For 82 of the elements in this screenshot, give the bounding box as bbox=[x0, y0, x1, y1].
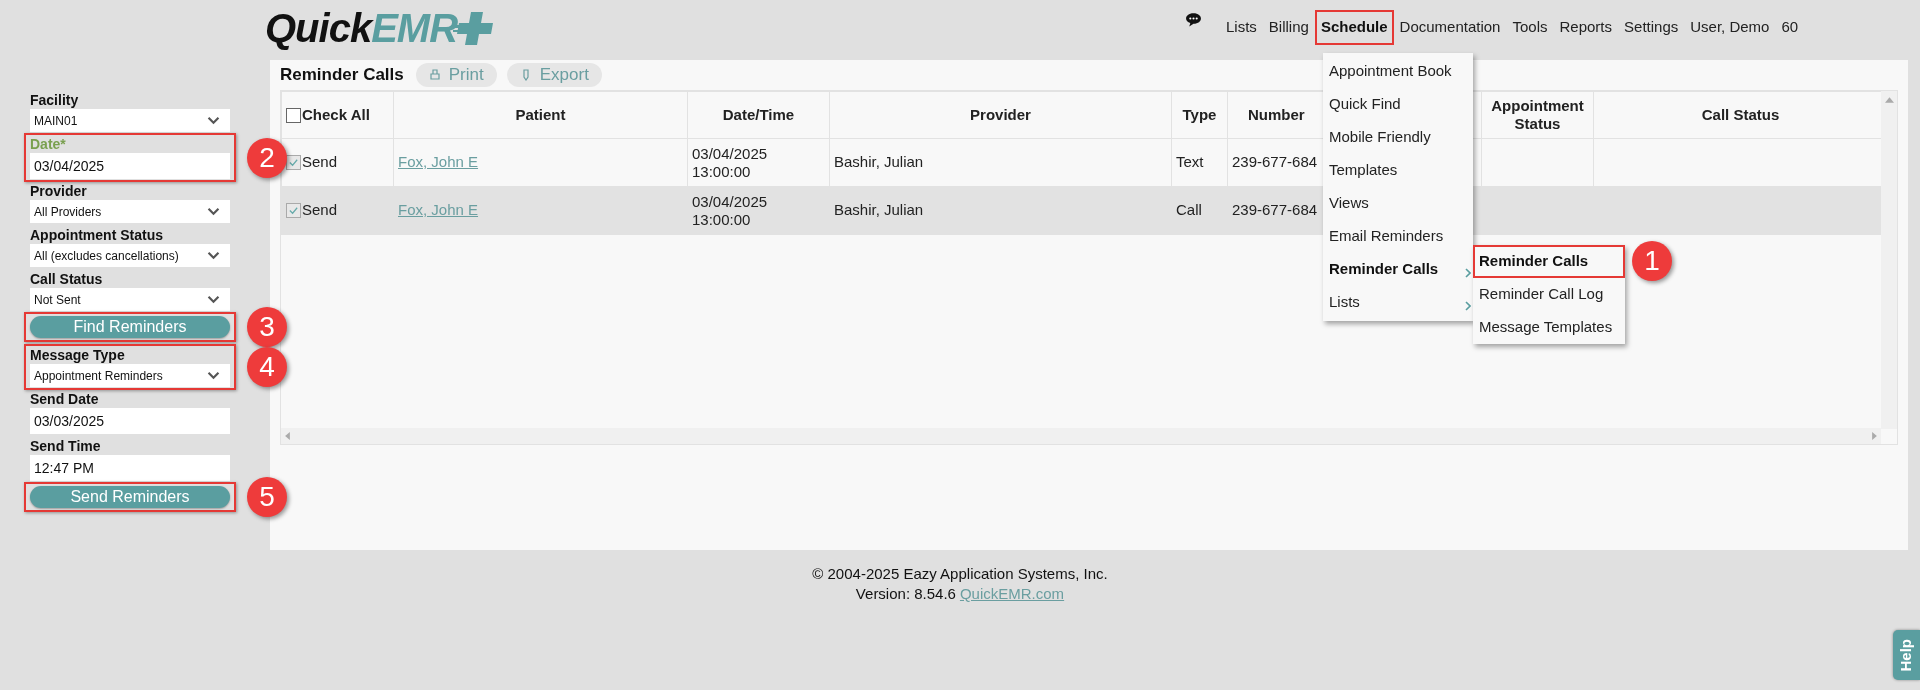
column-header: Appointment Status bbox=[1490, 97, 1585, 133]
table-cell: 239-677-684 bbox=[1232, 201, 1318, 219]
table-cell-text: 03/04/2025 bbox=[692, 144, 769, 163]
table-cell: 239-677-684 bbox=[1232, 153, 1318, 171]
callout-badge: 4 bbox=[247, 347, 287, 387]
checkbox[interactable] bbox=[286, 155, 301, 170]
table-cell: Bashir, Julian bbox=[834, 201, 924, 219]
checkbox[interactable] bbox=[286, 203, 301, 218]
nav-link[interactable]: Tools bbox=[1510, 14, 1550, 41]
menu-item[interactable]: Views bbox=[1323, 187, 1473, 220]
table-cell: Call bbox=[1176, 201, 1202, 219]
table-cell: Bashir, Julian bbox=[834, 153, 924, 171]
checkbox-label: Send bbox=[302, 200, 338, 221]
callout-badge: 5 bbox=[247, 477, 287, 517]
menu-item[interactable]: Templates bbox=[1323, 154, 1473, 187]
column-header: Type bbox=[1182, 106, 1217, 124]
chevron-down-icon bbox=[207, 207, 220, 216]
input-field[interactable]: 03/03/2025 bbox=[30, 408, 230, 434]
menu-item[interactable]: Mobile Friendly bbox=[1323, 121, 1473, 154]
input-field[interactable]: 12:47 PM bbox=[30, 455, 230, 481]
nav-link[interactable]: User, Demo bbox=[1688, 14, 1772, 41]
field-label: Appointment Status bbox=[30, 227, 164, 244]
nav-link[interactable]: Lists bbox=[1224, 14, 1259, 41]
chevron-right-icon bbox=[1465, 300, 1471, 311]
chevron-down-icon bbox=[207, 371, 220, 380]
nav-link[interactable]: Reports bbox=[1557, 14, 1615, 41]
printer-icon bbox=[428, 69, 441, 81]
column-header: Patient bbox=[515, 106, 566, 124]
select-field[interactable]: Not Sent bbox=[30, 288, 230, 311]
nav-link[interactable]: Documentation bbox=[1397, 14, 1503, 41]
scroll-right-arrow-icon bbox=[1872, 432, 1877, 440]
select-field[interactable]: Appointment Reminders bbox=[30, 364, 230, 387]
scroll-left-arrow-icon bbox=[285, 432, 290, 440]
nav-link[interactable]: 60 bbox=[1779, 14, 1801, 41]
callout-badge: 3 bbox=[247, 307, 287, 347]
column-header: Call Status bbox=[1701, 106, 1780, 124]
chevron-down-icon bbox=[207, 116, 220, 125]
select-field[interactable]: All Providers bbox=[30, 200, 230, 223]
checkmark-icon bbox=[288, 205, 299, 216]
horizontal-scrollbar[interactable] bbox=[281, 428, 1881, 444]
checkmark-icon bbox=[288, 157, 299, 168]
checkbox-label: Check All bbox=[302, 104, 370, 125]
chevron-down-icon bbox=[207, 251, 220, 260]
field-label: Facility bbox=[30, 92, 80, 109]
field-label: Call Status bbox=[30, 271, 104, 288]
field-label: Send Time bbox=[30, 438, 102, 455]
nav-link[interactable]: Settings bbox=[1622, 14, 1681, 41]
panel-title: Reminder Calls bbox=[280, 64, 404, 87]
table-cell: Text bbox=[1176, 153, 1204, 171]
menu-item[interactable]: Reminder Calls bbox=[1323, 253, 1473, 286]
menu-item[interactable]: Reminder Call Log bbox=[1473, 278, 1625, 311]
column-header: Date/Time bbox=[722, 106, 795, 124]
chevron-down-icon bbox=[207, 295, 220, 304]
table-cell-text: 13:00:00 bbox=[692, 210, 752, 229]
table-cell-text: 13:00:00 bbox=[692, 162, 752, 181]
checkbox-label: Send bbox=[302, 152, 338, 173]
column-header: Provider bbox=[970, 106, 1031, 124]
field-label: Provider bbox=[30, 183, 88, 200]
checkbox[interactable] bbox=[286, 107, 301, 123]
select-field[interactable]: MAIN01 bbox=[30, 109, 230, 132]
menu-item[interactable]: Email Reminders bbox=[1323, 220, 1473, 253]
chevron-right-icon bbox=[1465, 267, 1471, 278]
version-text: Version: 8.54.6 bbox=[855, 584, 956, 604]
field-label: Date* bbox=[30, 136, 67, 153]
input-field[interactable]: 03/04/2025 bbox=[30, 153, 230, 179]
menu-item[interactable]: Appointment Book bbox=[1323, 55, 1473, 88]
menu-item[interactable]: Message Templates bbox=[1473, 311, 1625, 344]
chat-icon bbox=[1185, 11, 1202, 27]
scroll-up-arrow-icon bbox=[1884, 97, 1894, 103]
menu-item[interactable]: Reminder Calls bbox=[1473, 245, 1625, 278]
menu-item[interactable]: Quick Find bbox=[1323, 88, 1473, 121]
field-label: Message Type bbox=[30, 347, 126, 364]
callout-badge: 2 bbox=[247, 137, 287, 178]
menu-item[interactable]: Lists bbox=[1323, 286, 1473, 319]
column-header: Number bbox=[1248, 106, 1305, 124]
table-cell-text: 03/04/2025 bbox=[692, 192, 769, 211]
select-field[interactable]: All (excludes cancellations) bbox=[30, 244, 230, 267]
field-label: Send Date bbox=[30, 391, 100, 408]
copyright-text: © 2004-2025 Eazy Application Systems, Inc. bbox=[812, 564, 1108, 584]
nav-link[interactable]: Billing bbox=[1266, 14, 1311, 41]
logo-text: QuickEMR bbox=[265, 8, 458, 48]
vertical-scrollbar[interactable] bbox=[1881, 91, 1897, 429]
